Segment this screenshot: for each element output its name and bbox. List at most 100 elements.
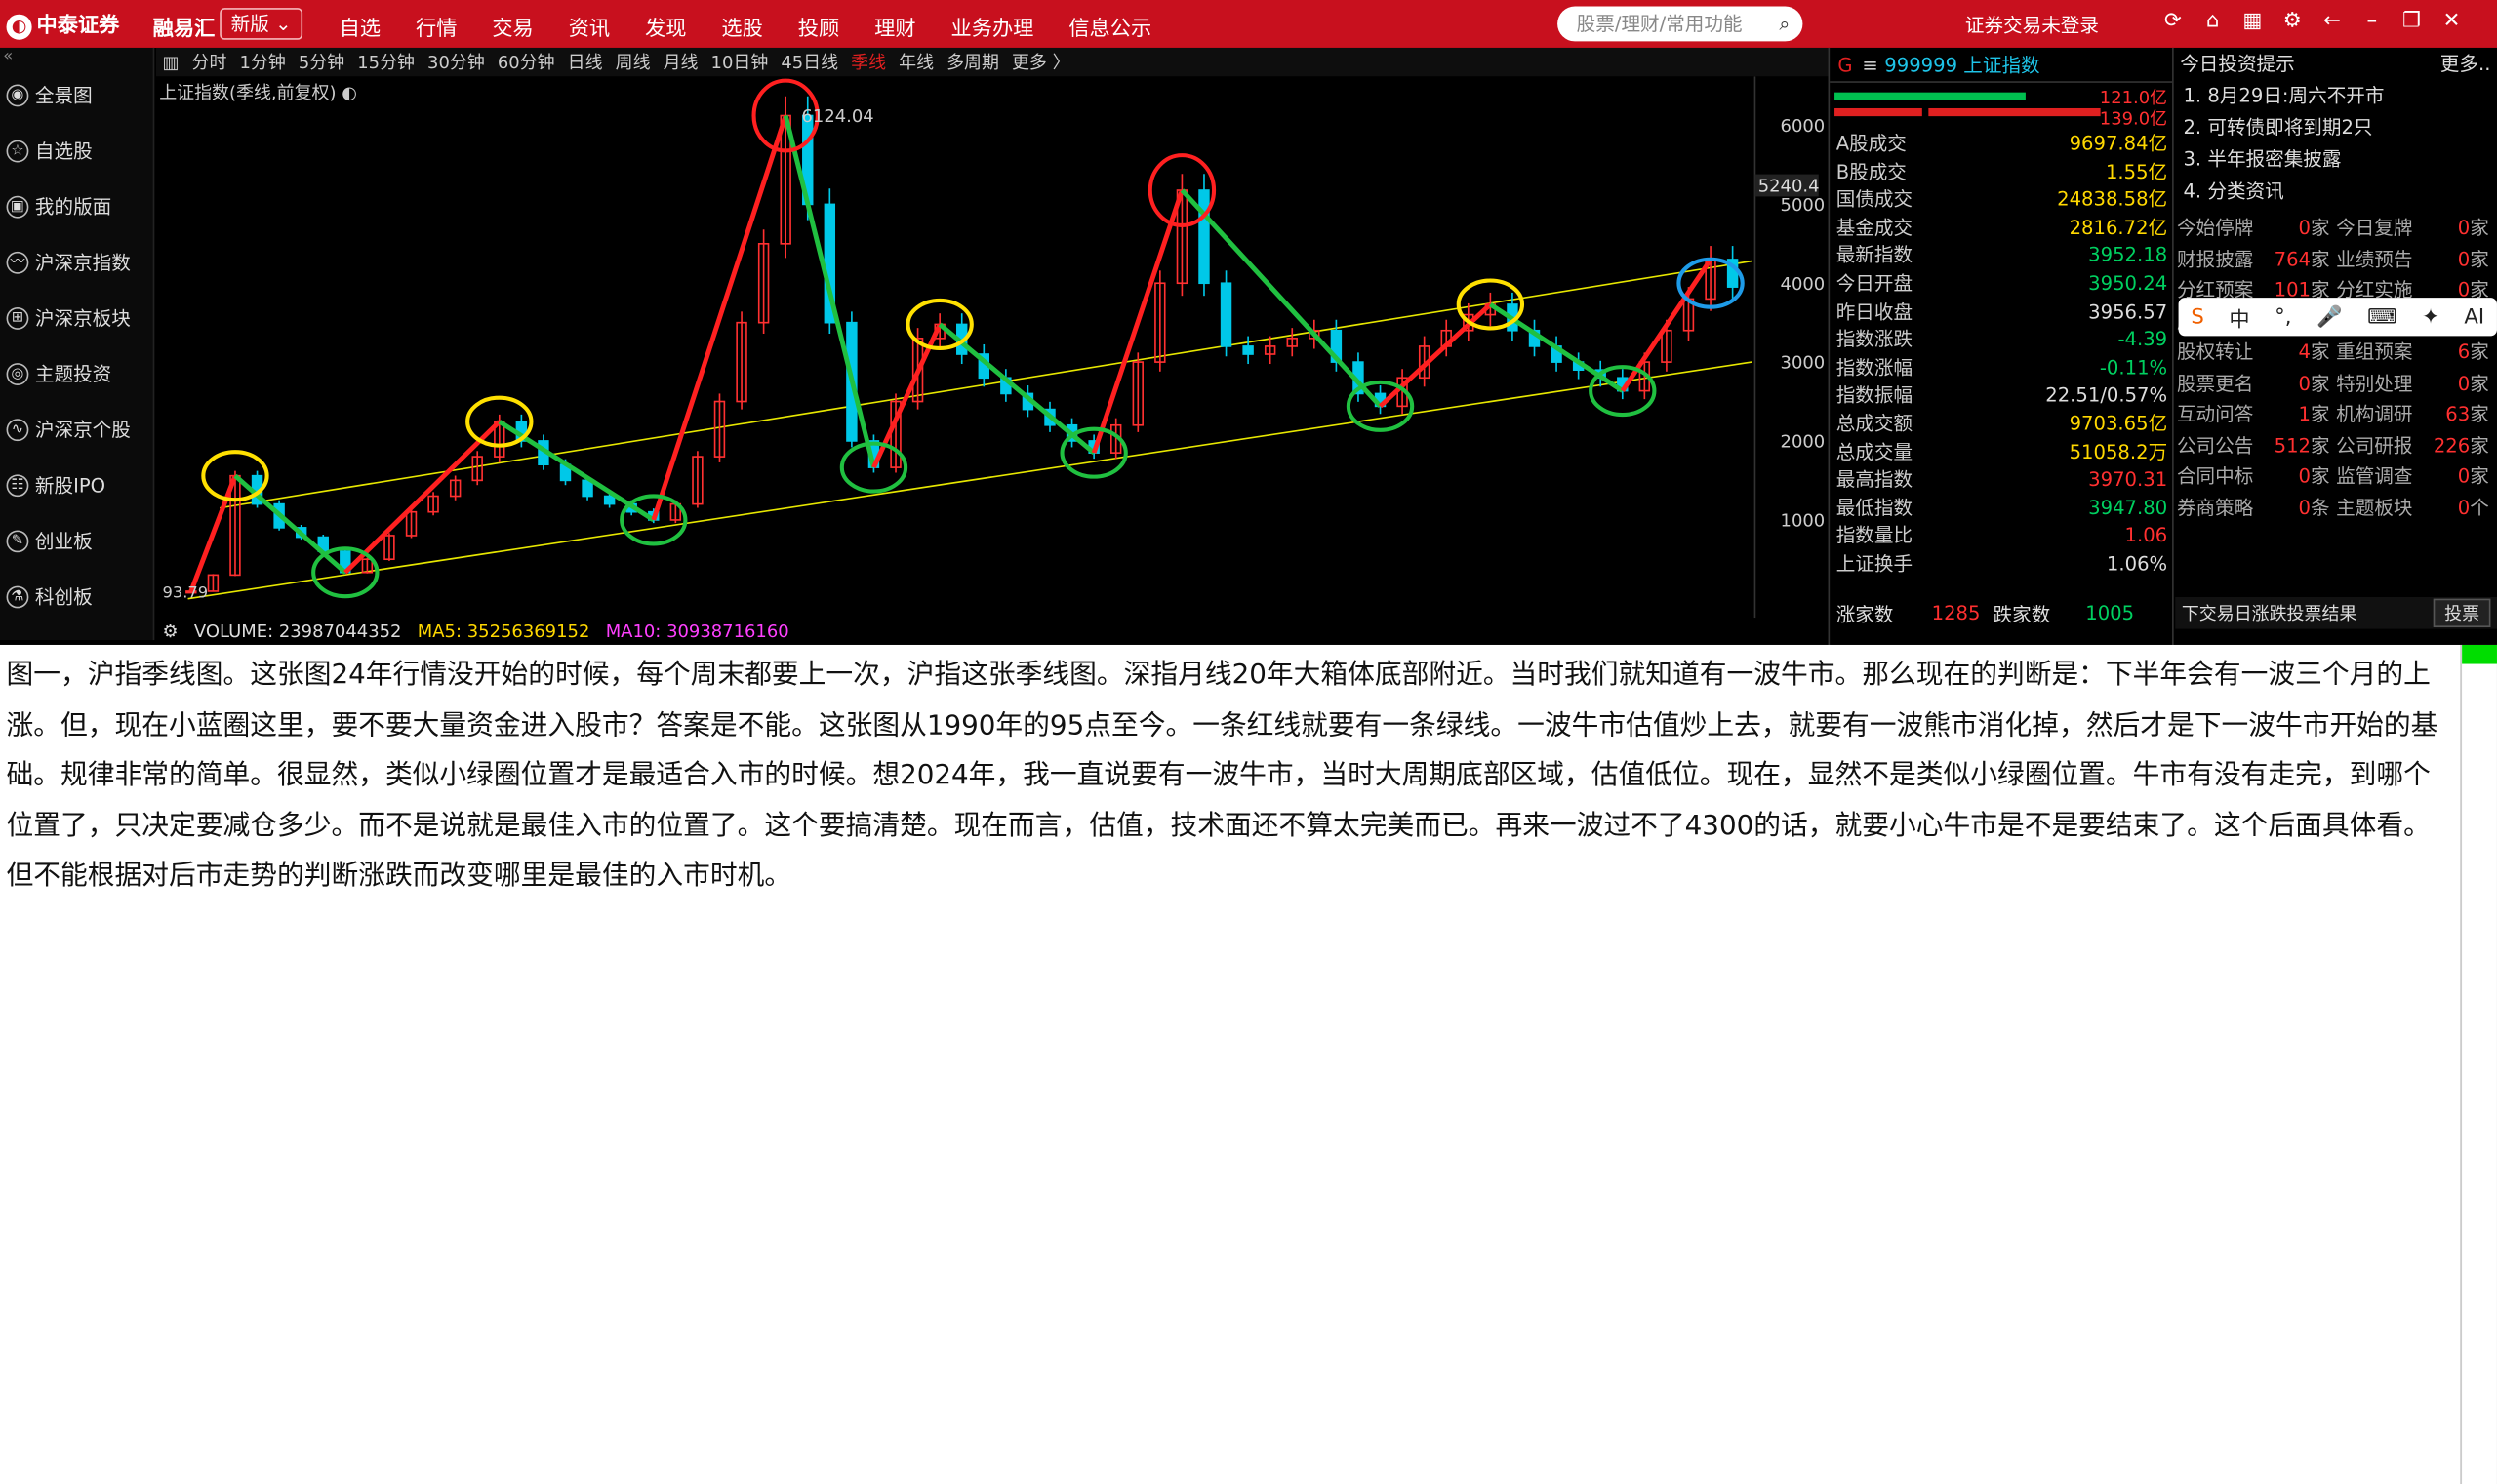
menu-item[interactable]: 理财 xyxy=(874,11,915,41)
ime-button[interactable]: ⌨ xyxy=(2367,305,2397,329)
tip-item[interactable]: 3. 半年报密集披露 xyxy=(2174,143,2497,176)
sidebar-item[interactable]: ▣ 我的版面 xyxy=(0,179,153,234)
tips-more-link[interactable]: 更多.. xyxy=(2440,48,2491,80)
back-icon[interactable]: ← xyxy=(2313,10,2353,33)
sidebar-item[interactable]: ☆ 自选股 xyxy=(0,123,153,179)
period-tab[interactable]: 15分钟 xyxy=(357,50,415,75)
quote-key: 总成交额 xyxy=(1835,412,1913,435)
kline-chart[interactable]: 上证指数(季线,前复权) ◐ 6000 5000 4000 3000 2000 1000 5… xyxy=(155,76,1829,619)
stat-cell[interactable]: 业绩预告 0家 xyxy=(2336,245,2495,276)
refresh-icon[interactable]: ⟳ xyxy=(2153,10,2193,33)
search-input[interactable]: 股票/理财/常用功能 ⌕ xyxy=(1557,6,1803,42)
shirt-icon[interactable]: ⌂ xyxy=(2193,10,2233,33)
sidebar-item-icon: ⚗ xyxy=(6,584,29,608)
stat-value-wrap: 0条 xyxy=(2299,493,2330,524)
collapse-icon[interactable]: « xyxy=(0,48,153,67)
ime-button[interactable]: AI xyxy=(2464,305,2484,329)
close-icon[interactable]: ✕ xyxy=(2432,10,2472,33)
period-tab[interactable]: 1分钟 xyxy=(239,50,285,75)
tip-item[interactable]: 1. 8月29日:周六不开市 xyxy=(2174,80,2497,112)
period-tab[interactable]: 30分钟 xyxy=(427,50,485,75)
sidebar-item-icon: ◉ xyxy=(6,83,29,106)
stat-cell[interactable]: 特别处理 0家 xyxy=(2336,369,2495,400)
period-tab[interactable]: 年线 xyxy=(899,50,934,75)
period-toolbar: ▥ 分时 1分钟 5分钟 15分钟 30分钟 60分钟 日线 周线 月线 10日钟 45日线 季线 年线… xyxy=(155,47,2497,649)
period-tab[interactable]: 45日线 xyxy=(781,50,838,75)
menu-item[interactable]: 选股 xyxy=(721,11,762,41)
stat-cell[interactable]: 公司公告 512家 xyxy=(2177,430,2336,461)
period-tab[interactable]: 分时 xyxy=(192,50,227,75)
ime-button[interactable]: S xyxy=(2191,305,2203,329)
period-tab[interactable]: 多周期 xyxy=(946,50,999,75)
stat-cell[interactable]: 今始停牌 0家 xyxy=(2177,214,2336,245)
period-tab[interactable]: 60分钟 xyxy=(498,50,555,75)
restore-icon[interactable]: ❐ xyxy=(2392,10,2432,33)
stat-cell[interactable]: 券商策略 0条 xyxy=(2177,493,2336,524)
ime-button[interactable]: 中 xyxy=(2229,301,2249,332)
down-label: 跌家数 xyxy=(1993,602,2051,625)
sidebar-item[interactable]: ⊞ 沪深京板块 xyxy=(0,290,153,345)
menu-item[interactable]: 资讯 xyxy=(569,11,610,41)
stat-cell[interactable]: 合同中标 0家 xyxy=(2177,461,2336,493)
quote-value: 3952.18 xyxy=(2088,244,2168,267)
menu-item[interactable]: 信息公示 xyxy=(1068,11,1151,41)
stat-cell[interactable]: 股票更名 0家 xyxy=(2177,369,2336,400)
volume-bar: ⚙ VOLUME: 23987044352 MA5: 35256369152 M… xyxy=(155,618,1829,644)
sidebar-item[interactable]: ☷ 新股IPO xyxy=(0,457,153,512)
stat-cell[interactable]: 公司研报 226家 xyxy=(2336,430,2495,461)
volume-icon[interactable]: ⚙ xyxy=(162,621,178,641)
sidebar-item[interactable]: ✎ 创业板 xyxy=(0,513,153,569)
sidebar-item-label: 新股IPO xyxy=(34,474,106,498)
sidebar-item[interactable]: 〰沪深京指数 xyxy=(0,234,153,290)
ime-button[interactable]: 🎤 xyxy=(2316,305,2342,329)
period-tab[interactable]: 周线 xyxy=(616,50,651,75)
stat-value: 764 xyxy=(2274,247,2312,270)
period-tab[interactable]: 月线 xyxy=(664,50,699,75)
sidebar-item[interactable]: ◉ 全景图 xyxy=(0,67,153,123)
menu-item[interactable]: 业务办理 xyxy=(951,11,1034,41)
menu-item[interactable]: 投顾 xyxy=(798,11,839,41)
menu-item[interactable]: 自选 xyxy=(340,11,381,41)
sidebar-item[interactable]: ◎ 主题投资 xyxy=(0,345,153,401)
stat-value: 0 xyxy=(2457,464,2471,488)
stat-cell[interactable]: 重组预案 6家 xyxy=(2336,338,2495,369)
vote-button[interactable]: 投票 xyxy=(2433,598,2491,628)
ime-button[interactable]: °, xyxy=(2275,305,2291,329)
sidebar-item[interactable]: ⚗ 科创板 xyxy=(0,569,153,624)
stat-cell[interactable]: 主题板块 0个 xyxy=(2336,493,2495,524)
stat-cell[interactable]: 今日复牌 0家 xyxy=(2336,214,2495,245)
stat-value-wrap: 0家 xyxy=(2458,461,2489,493)
period-tab[interactable]: 季线 xyxy=(851,50,886,75)
stat-value: 1 xyxy=(2298,402,2312,425)
stat-unit: 家 xyxy=(2311,216,2330,239)
period-tab[interactable]: 10日钟 xyxy=(711,50,769,75)
stat-cell[interactable]: 股权转让 4家 xyxy=(2177,338,2336,369)
quote-key: B股成交 xyxy=(1835,160,1907,183)
sidebar-item[interactable]: ∿ 沪深京个股 xyxy=(0,401,153,457)
settings-icon[interactable]: ⚙ xyxy=(2273,10,2313,33)
menu-item[interactable]: 行情 xyxy=(416,11,457,41)
period-tab[interactable]: 更多 〉 xyxy=(1012,50,1070,75)
version-select[interactable]: 新版 ⌄ xyxy=(220,8,303,40)
info-icon[interactable]: ◐ xyxy=(342,83,357,103)
stat-cell[interactable]: 机构调研 63家 xyxy=(2336,400,2495,431)
login-status[interactable]: 证券交易未登录 xyxy=(1965,11,2099,38)
menu-item[interactable]: 发现 xyxy=(645,11,686,41)
tip-item[interactable]: 2. 可转债即将到期2只 xyxy=(2174,111,2497,143)
logo-text: 中泰证券 xyxy=(36,14,120,39)
stat-cell[interactable]: 财报披露 764家 xyxy=(2177,245,2336,276)
tip-item[interactable]: 4. 分类资讯 xyxy=(2174,176,2497,208)
ime-button[interactable]: ✦ xyxy=(2422,305,2439,329)
stat-cell[interactable]: 监管调查 0家 xyxy=(2336,461,2495,493)
search-icon[interactable]: ⌕ xyxy=(1779,7,1790,42)
layout-icon[interactable]: ▥ xyxy=(162,52,179,72)
menu-item[interactable]: 交易 xyxy=(492,11,533,41)
period-tab[interactable]: 5分钟 xyxy=(299,50,344,75)
trend-line xyxy=(1489,301,1625,393)
grid-icon[interactable]: ▦ xyxy=(2233,10,2273,33)
period-tab[interactable]: 日线 xyxy=(568,50,603,75)
menu-icon[interactable]: ≡ xyxy=(1862,54,1877,76)
minimize-icon[interactable]: – xyxy=(2352,10,2392,33)
quote-panel: G ≡ 999999 上证指数 121.0亿 139.0亿 A股成交 9697.8… xyxy=(1828,47,2173,645)
stat-cell[interactable]: 互动问答 1家 xyxy=(2177,400,2336,431)
